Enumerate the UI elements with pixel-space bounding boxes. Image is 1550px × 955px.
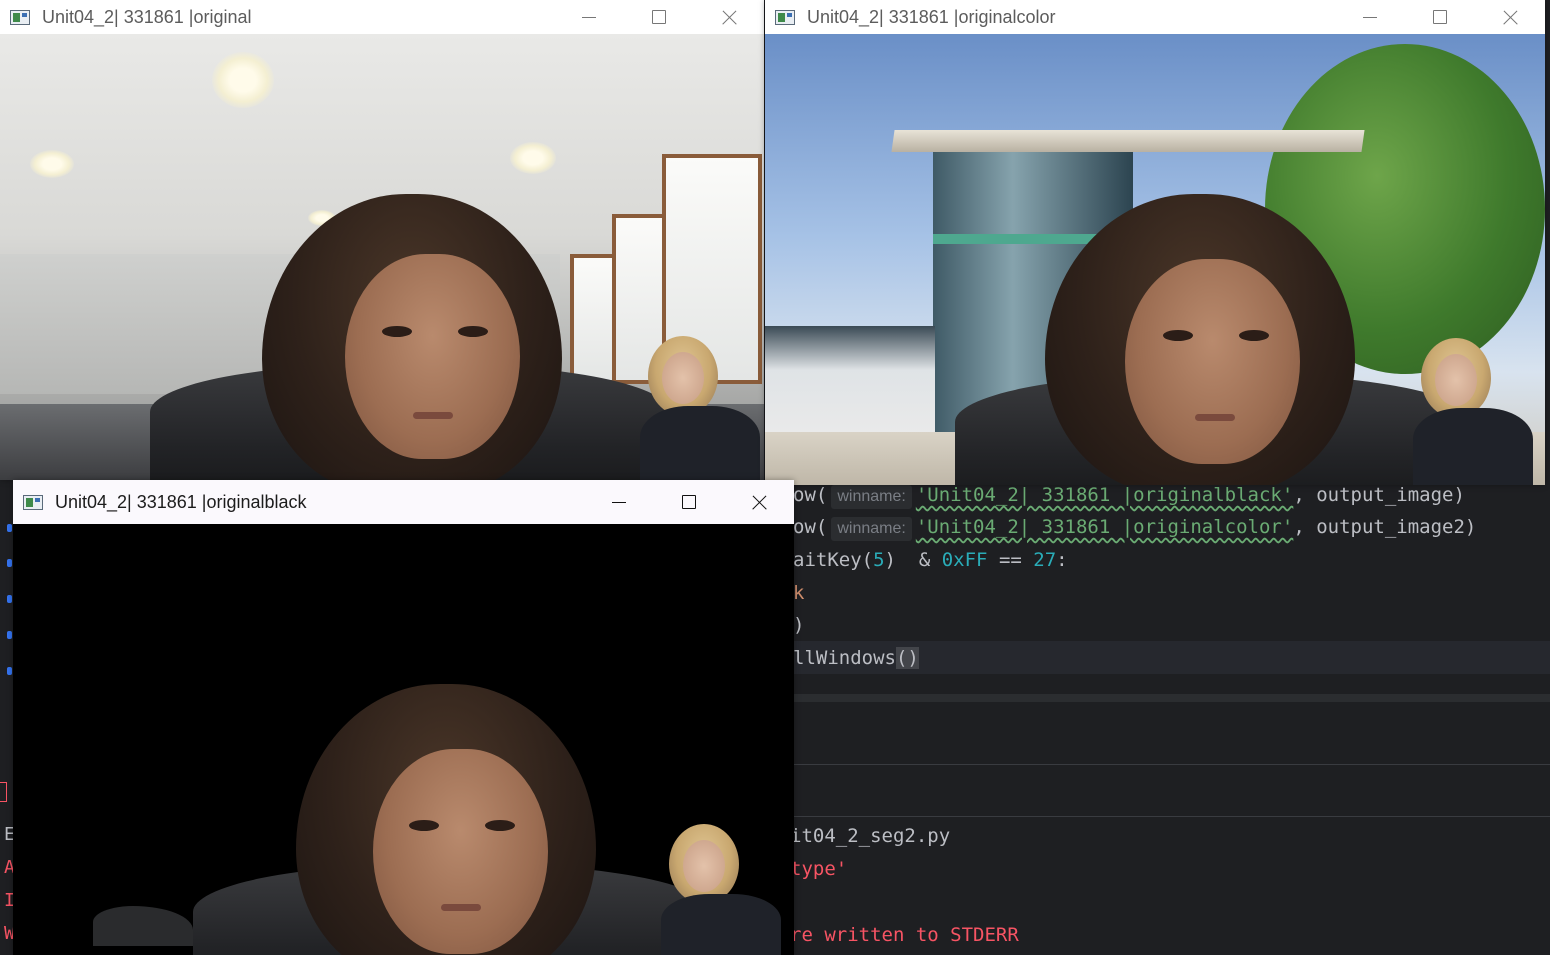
gutter-marker [7, 559, 12, 567]
close-icon[interactable] [694, 0, 764, 34]
window-originalblack[interactable]: Unit04_2| 331861 |originalblack [13, 480, 794, 955]
console-divider [793, 816, 1550, 817]
console-run-command: it04_2_seg2.py [790, 825, 951, 847]
window-titlebar[interactable]: Unit04_2| 331861 |original [0, 0, 764, 34]
maximize-icon[interactable] [624, 0, 694, 34]
composited-frame-color-background [765, 34, 1545, 485]
code-line-waitkey[interactable]: aitKey(5) & 0xFF == 27: [793, 545, 1068, 575]
string-literal: 'Unit04_2| 331861 |originalblack' [915, 484, 1294, 506]
code-fragment: ow( [793, 484, 828, 506]
parameter-hint: winname: [831, 485, 912, 509]
window-original[interactable]: Unit04_2| 331861 |original [0, 0, 764, 480]
gutter-marker [7, 595, 12, 603]
code-fragment: : [1056, 549, 1068, 571]
string-literal: 'Unit04_2| 331861 |originalcolor' [915, 516, 1294, 538]
hex-literal: 0xFF [941, 549, 988, 571]
gutter-marker [7, 631, 12, 639]
close-icon[interactable] [1475, 0, 1545, 34]
maximize-icon[interactable] [654, 480, 724, 524]
webcam-frame-original [0, 34, 764, 480]
close-icon[interactable] [724, 480, 794, 524]
maximize-icon[interactable] [1405, 0, 1475, 34]
minimize-icon[interactable] [554, 0, 624, 34]
code-line-release[interactable]: ) [793, 610, 804, 640]
code-fragment: , output_image) [1293, 484, 1465, 506]
code-fragment: ow( [793, 516, 828, 538]
code-fragment: llWindows [793, 647, 896, 669]
code-line-imshow-color[interactable]: ow(winname: 'Unit04_2| 331861 |originalco… [793, 512, 1476, 542]
matched-parens: () [895, 647, 919, 669]
gutter-marker [7, 524, 12, 532]
opencv-app-icon [775, 9, 795, 25]
code-fragment: aitKey( [793, 549, 874, 571]
console-divider [793, 764, 1550, 765]
code-line-destroy[interactable]: llWindows() [793, 643, 919, 673]
number-literal: 27 [1033, 549, 1057, 571]
segmented-frame-black-background [13, 524, 794, 955]
code-fragment: ) & [884, 549, 942, 571]
minimize-icon[interactable] [1335, 0, 1405, 34]
error-stripe [0, 782, 7, 802]
operator: == [987, 549, 1034, 571]
opencv-app-icon [23, 494, 43, 510]
editor-console-splitter[interactable] [793, 694, 1550, 702]
gutter-marker [7, 667, 12, 675]
console-error-line: type' [790, 858, 848, 880]
console-stderr-line: re written to STDERR [790, 924, 1019, 946]
window-titlebar[interactable]: Unit04_2| 331861 |originalcolor [765, 0, 1545, 34]
code-fragment: , output_image2) [1293, 516, 1477, 538]
code-line-break[interactable]: k [793, 578, 804, 608]
minimize-icon[interactable] [584, 480, 654, 524]
number-literal: 5 [873, 549, 885, 571]
opencv-app-icon [10, 9, 30, 25]
window-title: Unit04_2| 331861 |originalcolor [807, 6, 1056, 27]
window-titlebar[interactable]: Unit04_2| 331861 |originalblack [13, 480, 794, 524]
window-originalcolor[interactable]: Unit04_2| 331861 |originalcolor [765, 0, 1545, 485]
parameter-hint: winname: [831, 517, 912, 541]
window-title: Unit04_2| 331861 |originalblack [55, 491, 307, 512]
window-title: Unit04_2| 331861 |original [42, 6, 252, 27]
